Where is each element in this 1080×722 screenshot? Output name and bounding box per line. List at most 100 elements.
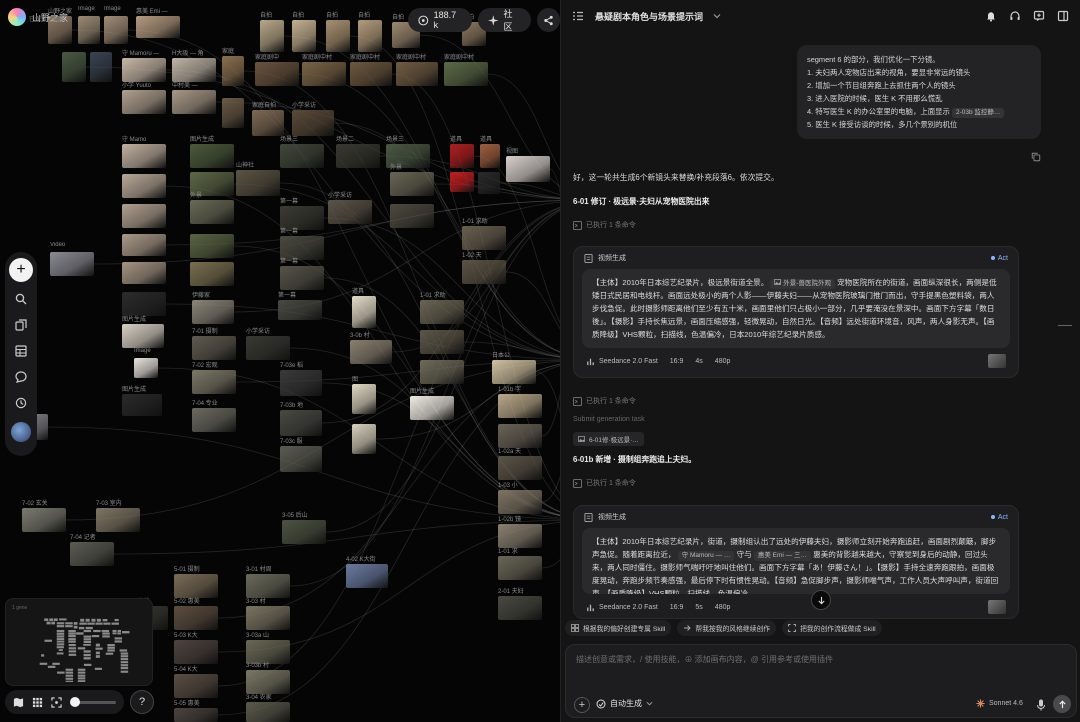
- aspect-ratio[interactable]: 16:9: [670, 604, 684, 611]
- canvas-node[interactable]: 7-02 玄关: [22, 501, 66, 532]
- canvas-node[interactable]: 5-03 K大: [174, 633, 218, 664]
- canvas-node[interactable]: 5-01 摄制: [174, 567, 218, 598]
- prompt-text[interactable]: 【主体】2010年日本综艺纪录片，极远景街道全景。 外景-兽医院外观 宠物医院所…: [582, 269, 1010, 348]
- microphone-icon[interactable]: [1036, 698, 1046, 716]
- layers-icon[interactable]: [12, 342, 30, 360]
- add-node-button[interactable]: +: [9, 258, 33, 282]
- canvas-node[interactable]: [420, 360, 464, 384]
- grid-icon[interactable]: [32, 697, 43, 708]
- reference-thumbnail[interactable]: [988, 600, 1006, 614]
- message-input[interactable]: [576, 655, 1056, 664]
- video-generation-card[interactable]: 视频生成 Act 【主体】2010年日本综艺纪录片，极远景街道全景。 外景-兽医…: [573, 246, 1019, 378]
- reference-chip[interactable]: 惠美 Emi — 三…: [753, 551, 811, 561]
- canvas-node[interactable]: 家庭自拍: [252, 103, 284, 136]
- act-button[interactable]: Act: [990, 514, 1008, 521]
- bell-icon[interactable]: [984, 9, 998, 23]
- canvas-node[interactable]: 自拍: [358, 13, 382, 52]
- canvas-node[interactable]: 7-03e 稻: [280, 363, 322, 396]
- canvas-node[interactable]: 中村美 —: [172, 83, 216, 114]
- canvas-node[interactable]: H大阪 — 角: [172, 51, 216, 82]
- canvas-node[interactable]: 山神社: [236, 163, 280, 196]
- canvas-node[interactable]: 7-02 宏观: [192, 363, 236, 394]
- canvas-node[interactable]: Video: [50, 242, 94, 276]
- canvas-node[interactable]: 7-03b 地: [280, 403, 322, 436]
- canvas-node[interactable]: [122, 234, 166, 256]
- resolution[interactable]: 480p: [715, 604, 731, 611]
- auto-generate-toggle[interactable]: 自动生成: [596, 698, 653, 709]
- model-selector[interactable]: Sonnet 4.6: [976, 699, 1023, 708]
- canvas-node[interactable]: 守 Mamo: [122, 137, 166, 168]
- canvas-node[interactable]: 守 Mamoru —: [122, 51, 166, 82]
- history-icon[interactable]: [12, 394, 30, 412]
- canvas-node[interactable]: 7-04 记者: [70, 535, 114, 566]
- new-chat-icon[interactable]: [1032, 9, 1046, 23]
- reference-thumbnail[interactable]: [988, 354, 1006, 368]
- canvas-node[interactable]: 自拍: [260, 13, 284, 52]
- canvas-node[interactable]: 3-05 后山: [282, 513, 326, 544]
- aspect-ratio[interactable]: 16:9: [670, 358, 684, 365]
- search-icon[interactable]: [12, 290, 30, 308]
- fit-view-icon[interactable]: [51, 696, 62, 708]
- canvas-node[interactable]: Image: [78, 6, 100, 44]
- scroll-to-bottom-button[interactable]: [811, 590, 831, 610]
- canvas-node[interactable]: [222, 98, 244, 128]
- workflow-canvas[interactable]: 山野之家 Image Image 惠美 Emi — 守 Mamoru — H大阪 — 角家…: [0, 0, 560, 722]
- canvas-node[interactable]: 小学采访: [328, 193, 372, 224]
- canvas-node[interactable]: 场景三: [280, 137, 324, 168]
- canvas-node[interactable]: 家庭剧中: [255, 55, 299, 86]
- canvas-node[interactable]: 5-05 惠美: [174, 701, 218, 722]
- canvas-node[interactable]: 5-02 惠美: [174, 599, 218, 630]
- canvas-node[interactable]: 4-02 K大街: [346, 557, 388, 588]
- suggestion-chip[interactable]: 帮我按我的风格继续创作: [677, 620, 777, 636]
- canvas-node[interactable]: 1-01 求: [498, 549, 542, 580]
- minimap[interactable]: 1 gene: [5, 598, 153, 686]
- canvas-node[interactable]: 视图: [506, 149, 550, 182]
- canvas-node[interactable]: 图片生成: [410, 389, 454, 420]
- canvas-node[interactable]: 惠美 Emi —: [136, 9, 180, 38]
- headset-icon[interactable]: [1008, 9, 1022, 23]
- views-pill[interactable]: 188.7 k: [408, 8, 472, 32]
- canvas-node[interactable]: 小学采访: [292, 103, 334, 136]
- prompt-text[interactable]: 【主体】2010年日本综艺纪录片，街道，摄制组认出了远处的伊藤夫妇，摄影师立刻开…: [582, 528, 1010, 594]
- reference-chip[interactable]: 2-03b 监控静…: [951, 108, 1005, 118]
- executed-status[interactable]: 已执行 1 条命令: [573, 220, 636, 230]
- reference-chip[interactable]: 守 Mamoru — …: [677, 551, 735, 561]
- canvas-node[interactable]: 小学 Yuuto: [122, 83, 166, 114]
- suggestion-chip[interactable]: 根据我的偏好创建专属 Skill: [565, 620, 672, 636]
- expand-panel-icon[interactable]: [1056, 9, 1070, 23]
- canvas-node[interactable]: 2-01 夫妇: [498, 589, 542, 620]
- canvas-node[interactable]: 家庭剧中村: [302, 55, 346, 86]
- canvas-node[interactable]: [122, 174, 166, 198]
- canvas-node[interactable]: 家庭剧中村: [444, 55, 488, 86]
- zoom-slider[interactable]: [70, 696, 116, 707]
- canvas-node[interactable]: 道具: [480, 137, 500, 168]
- canvas-node[interactable]: 1-01 求助: [462, 219, 506, 250]
- canvas-node[interactable]: 7-03 室内: [96, 501, 140, 532]
- canvas-node[interactable]: 7-04 专业: [192, 401, 236, 432]
- canvas-node[interactable]: 自拍: [292, 13, 316, 52]
- canvas-node[interactable]: 图片生成: [122, 387, 162, 416]
- canvas-node[interactable]: 家庭剧中村: [350, 55, 392, 86]
- canvas-node[interactable]: 3-0b 村: [350, 333, 392, 364]
- canvas-node[interactable]: 自拍: [326, 13, 350, 52]
- share-button[interactable]: [536, 8, 560, 32]
- canvas-node[interactable]: 家庭: [222, 49, 244, 86]
- canvas-node[interactable]: 3-03 村: [246, 599, 290, 630]
- canvas-node[interactable]: [62, 52, 86, 82]
- canvas-node[interactable]: Image: [104, 6, 128, 44]
- canvas-node[interactable]: 外景: [390, 165, 434, 196]
- canvas-node[interactable]: 场景二: [336, 137, 380, 168]
- panel-menu-icon[interactable]: [571, 9, 585, 23]
- canvas-node[interactable]: [420, 330, 464, 354]
- canvas-node[interactable]: 1-02b 镜: [498, 517, 542, 548]
- canvas-node[interactable]: 3-03b 村: [246, 663, 290, 694]
- canvas-node[interactable]: Image: [134, 348, 158, 378]
- suggestion-chip[interactable]: 把我的创作流程做成 Skill: [782, 620, 882, 636]
- canvas-node[interactable]: 3-04 农家: [246, 695, 290, 722]
- canvas-node[interactable]: [122, 292, 166, 316]
- canvas-node[interactable]: 图: [352, 377, 376, 414]
- canvas-node[interactable]: [190, 262, 234, 286]
- canvas-node[interactable]: [190, 234, 234, 258]
- canvas-node[interactable]: [498, 424, 542, 448]
- canvas-node[interactable]: 道具: [450, 137, 474, 168]
